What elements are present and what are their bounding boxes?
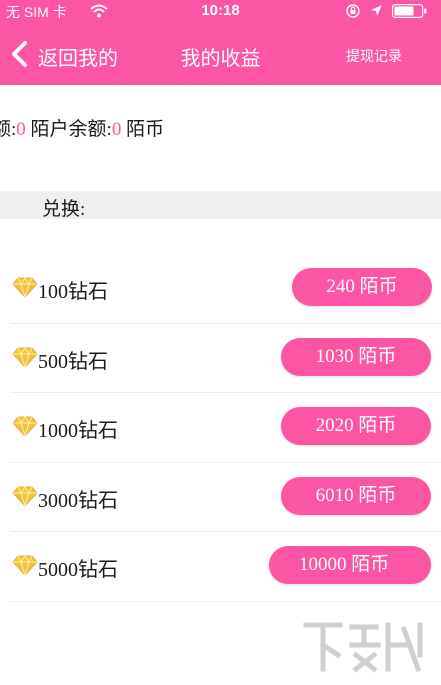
exchange-button[interactable]: 240 陌币 — [292, 268, 432, 306]
status-bar: 无 SIM 卡 10:18 — [0, 0, 441, 22]
diamond-icon — [12, 555, 38, 576]
list-item: 5000钻石 10000 陌币 — [0, 532, 441, 602]
exchange-button[interactable]: 6010 陌币 — [281, 476, 431, 515]
balance-unit: 陌币 — [126, 119, 165, 140]
list-item: 500钻石 1030 陌币 — [0, 324, 441, 394]
list-item: 100钻石 240 陌币 — [0, 254, 441, 324]
diamond-amount: 100钻石 — [38, 281, 108, 303]
balance-row: 额:0 陌户余额:0 陌币 — [0, 114, 164, 141]
exchange-section-header: 兑换: — [0, 191, 441, 220]
withdraw-history-button[interactable]: 提现记录 — [346, 46, 402, 66]
diamond-icon — [12, 485, 38, 507]
list-item: 3000钻石 6010 陌币 — [0, 463, 441, 533]
diamond-icon — [12, 346, 38, 368]
exchange-section-label: 兑换: — [42, 199, 86, 220]
diamond-icon — [12, 277, 38, 298]
nav-bar: 返回我的 我的收益 提现记录 — [0, 22, 441, 85]
balance-left-value: 0 — [16, 119, 26, 140]
exchange-list: 100钻石 240 陌币 500钻石 1030 陌币 1000钻石 2020 陌… — [0, 254, 441, 602]
lock-rotation-icon — [346, 4, 360, 18]
balance-left-label: 额: — [0, 119, 17, 140]
diamond-amount: 500钻石 — [38, 350, 108, 373]
account-balance-label: 陌户余额: — [30, 119, 112, 140]
header: 无 SIM 卡 10:18 返回我的 我的收益 提现记录 — [0, 0, 441, 85]
diamond-amount: 5000钻石 — [38, 559, 118, 582]
diamond-amount: 3000钻石 — [38, 489, 118, 512]
exchange-button[interactable]: 1030 陌币 — [281, 337, 431, 376]
battery-icon — [392, 4, 427, 18]
account-balance-value: 0 — [111, 119, 122, 140]
list-item: 1000钻石 2020 陌币 — [0, 393, 441, 463]
diamond-amount: 1000钻石 — [38, 420, 118, 443]
watermark-logo-icon — [303, 622, 423, 673]
diamond-icon — [12, 416, 38, 437]
exchange-button[interactable]: 10000 陌币 — [269, 546, 431, 585]
exchange-button[interactable]: 2020 陌币 — [281, 407, 431, 446]
location-arrow-icon — [371, 5, 382, 16]
